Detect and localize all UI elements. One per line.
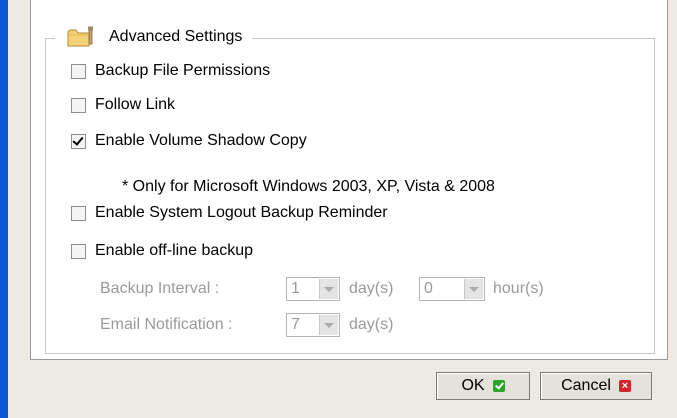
backup-file-permissions-option[interactable]: Backup File Permissions: [71, 62, 270, 80]
offline-backup-label: Enable off-line backup: [95, 242, 254, 259]
chevron-down-icon[interactable]: [319, 279, 338, 299]
offline-backup-checkbox[interactable]: [71, 243, 86, 259]
chevron-down-icon[interactable]: [319, 315, 338, 335]
volume-shadow-copy-option[interactable]: Enable Volume Shadow Copy: [71, 132, 307, 150]
cancel-button[interactable]: Cancel ×: [540, 372, 652, 400]
logout-reminder-checkbox[interactable]: [71, 205, 86, 221]
interval-days-select[interactable]: 1: [286, 277, 340, 301]
backup-interval-label: Backup Interval :: [100, 280, 220, 297]
offline-backup-option[interactable]: Enable off-line backup: [71, 242, 253, 260]
interval-hours-unit: hour(s): [493, 280, 544, 297]
folder-settings-icon: [67, 26, 97, 48]
logout-reminder-option[interactable]: Enable System Logout Backup Reminder: [71, 204, 388, 222]
email-days-select[interactable]: 7: [286, 313, 340, 337]
backup-file-permissions-label: Backup File Permissions: [95, 62, 271, 79]
advanced-settings-legend: Advanced Settings: [55, 24, 253, 50]
check-icon: [492, 380, 505, 392]
ok-label: OK: [461, 377, 485, 394]
interval-days-value: 1: [291, 280, 300, 297]
email-notification-label: Email Notification :: [100, 316, 233, 333]
logout-reminder-label: Enable System Logout Backup Reminder: [95, 204, 388, 221]
cancel-label: Cancel: [561, 377, 611, 394]
email-days-unit: day(s): [349, 316, 394, 333]
ok-button[interactable]: OK: [436, 372, 530, 400]
follow-link-label: Follow Link: [95, 96, 176, 113]
volume-shadow-copy-checkbox[interactable]: [71, 133, 86, 149]
close-icon: ×: [618, 380, 631, 392]
follow-link-checkbox[interactable]: [71, 97, 86, 113]
interval-days-unit: day(s): [349, 280, 394, 297]
follow-link-option[interactable]: Follow Link: [71, 96, 175, 114]
backup-file-permissions-checkbox[interactable]: [71, 63, 86, 79]
dialog: Advanced Settings Backup File Permission…: [8, 0, 677, 418]
interval-hours-select[interactable]: 0: [419, 277, 485, 301]
email-days-value: 7: [291, 316, 300, 333]
volume-shadow-copy-label: Enable Volume Shadow Copy: [95, 132, 307, 149]
chevron-down-icon[interactable]: [464, 279, 483, 299]
section-title: Advanced Settings: [109, 28, 243, 45]
shadow-copy-note: * Only for Microsoft Windows 2003, XP, V…: [122, 178, 495, 195]
previous-section-panel: [30, 0, 668, 15]
interval-hours-value: 0: [424, 280, 433, 297]
advanced-settings-panel: Advanced Settings Backup File Permission…: [30, 14, 668, 360]
advanced-settings-fieldset: [45, 38, 655, 354]
